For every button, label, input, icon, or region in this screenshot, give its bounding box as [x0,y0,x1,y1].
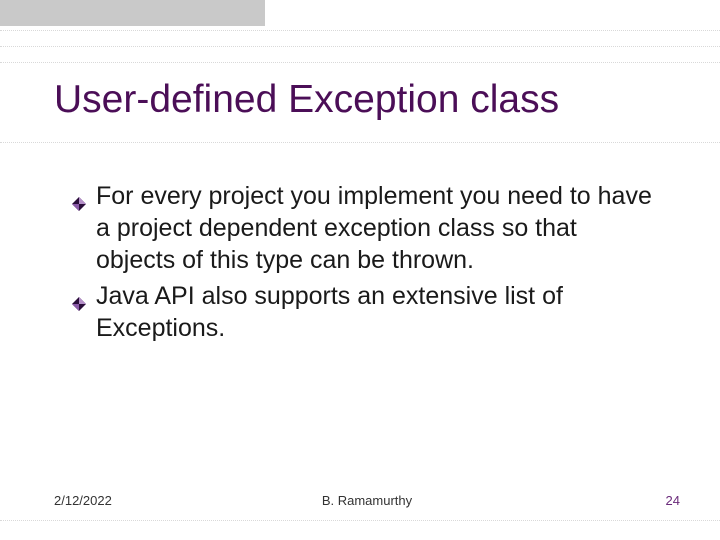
footer-author: B. Ramamurthy [263,493,472,508]
slide-title: User-defined Exception class [54,78,680,122]
bullet-text: For every project you implement you need… [96,182,652,274]
bullet-text: Java API also supports an extensive list… [96,282,563,342]
footer-page: 24 [471,493,680,508]
slide-footer: 2/12/2022 B. Ramamurthy 24 [54,493,680,508]
diamond-bullet-icon [72,287,86,301]
diamond-bullet-icon [72,187,86,201]
bullet-item: For every project you implement you need… [96,180,660,276]
slide-content: User-defined Exception class For every p… [0,0,720,540]
slide-body: For every project you implement you need… [96,180,660,348]
footer-date: 2/12/2022 [54,493,263,508]
bullet-item: Java API also supports an extensive list… [96,280,660,344]
